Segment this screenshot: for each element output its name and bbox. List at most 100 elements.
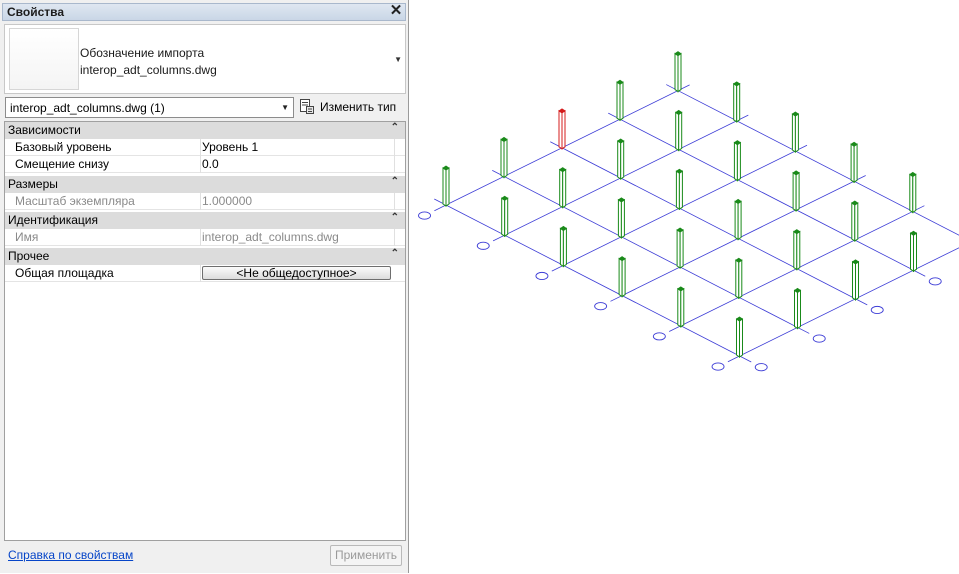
column[interactable] — [793, 229, 801, 271]
column[interactable] — [732, 81, 741, 123]
palette-title-bar[interactable]: Свойства ✕ — [2, 3, 406, 21]
column[interactable] — [674, 109, 683, 152]
column-face — [912, 173, 917, 214]
grid-bubble — [476, 241, 490, 250]
column[interactable] — [674, 51, 682, 93]
group-header-constraints[interactable]: Зависимости ⌃ — [5, 122, 405, 139]
column-face — [504, 197, 509, 238]
column[interactable] — [616, 138, 625, 180]
grid-line — [608, 112, 926, 277]
grid-bubble — [928, 277, 942, 286]
column[interactable] — [677, 286, 685, 328]
column-face — [738, 259, 743, 300]
collapse-icon[interactable]: ⌃ — [391, 248, 399, 259]
column[interactable] — [558, 167, 567, 209]
collapse-icon[interactable]: ⌃ — [391, 176, 399, 187]
group-label: Идентификация — [8, 213, 98, 227]
column[interactable] — [735, 257, 743, 300]
apply-button[interactable]: Применить — [330, 545, 402, 566]
column[interactable] — [734, 198, 742, 241]
properties-grid: Зависимости ⌃ Базовый уровень Уровень 1 … — [4, 121, 406, 541]
property-name: Базовый уровень — [15, 140, 112, 154]
instance-filter-value: interop_adt_columns.dwg (1) — [10, 101, 165, 115]
column-divider — [200, 229, 201, 246]
column[interactable] — [793, 287, 802, 330]
imported-columns-model[interactable] — [410, 0, 959, 574]
group-label: Зависимости — [8, 123, 81, 137]
column[interactable] — [851, 259, 860, 301]
grid-line — [666, 84, 959, 236]
chevron-down-icon[interactable]: ▼ — [394, 55, 402, 64]
column-face — [796, 230, 801, 271]
column[interactable] — [618, 256, 626, 298]
column[interactable] — [500, 136, 508, 179]
property-row-base-offset[interactable]: Смещение снизу 0.0 — [5, 156, 405, 173]
column-divider — [394, 229, 395, 246]
column-divider — [394, 156, 395, 173]
column[interactable] — [675, 168, 684, 211]
column-face — [737, 200, 742, 241]
column-face — [795, 171, 800, 212]
group-header-identity[interactable]: Идентификация ⌃ — [5, 212, 405, 229]
column[interactable] — [500, 195, 509, 238]
property-name: Смещение снизу — [15, 157, 110, 171]
column-face — [620, 198, 625, 239]
collapse-icon[interactable]: ⌃ — [391, 122, 399, 133]
column[interactable] — [909, 171, 917, 214]
column[interactable] — [792, 170, 800, 212]
property-value[interactable]: 0.0 — [202, 157, 219, 171]
column-face — [561, 109, 566, 150]
column-face — [678, 111, 683, 152]
column-face — [797, 289, 801, 330]
column[interactable] — [442, 165, 450, 207]
column[interactable] — [616, 79, 624, 122]
type-selector[interactable]: Обозначение импорта interop_adt_columns.… — [4, 24, 406, 94]
column[interactable] — [851, 200, 859, 242]
grid-bubble — [652, 332, 666, 341]
property-row-base-level[interactable]: Базовый уровень Уровень 1 — [5, 139, 405, 156]
instance-filter-dropdown[interactable]: interop_adt_columns.dwg (1) ▼ — [5, 97, 294, 118]
column-face — [736, 82, 741, 123]
column-face — [913, 232, 917, 273]
group-header-dimensions[interactable]: Размеры ⌃ — [5, 176, 405, 193]
grid-line — [727, 247, 959, 363]
column[interactable] — [733, 140, 742, 182]
column-divider — [200, 139, 201, 156]
column[interactable] — [559, 225, 568, 268]
3d-view-canvas[interactable] — [410, 0, 959, 574]
column-face — [736, 141, 741, 182]
grid-line — [492, 170, 810, 334]
column[interactable] — [617, 197, 626, 239]
column[interactable] — [791, 111, 800, 153]
column-face — [620, 140, 625, 180]
column[interactable] — [909, 230, 918, 273]
column[interactable] — [735, 316, 744, 358]
column-face — [855, 260, 859, 301]
property-row-instance-scale: Масштаб экземпляра 1.000000 — [5, 193, 405, 210]
type-name: interop_adt_columns.dwg — [80, 63, 217, 77]
property-name: Имя — [15, 230, 39, 244]
chevron-down-icon[interactable]: ▼ — [281, 103, 289, 112]
selected-column[interactable] — [558, 108, 566, 150]
grid-bubble — [418, 211, 431, 220]
column-face — [794, 113, 799, 153]
grid-bubble — [594, 302, 608, 311]
column-divider — [200, 156, 201, 173]
property-value[interactable]: Уровень 1 — [202, 140, 258, 154]
column[interactable] — [850, 141, 858, 184]
grid-line — [434, 198, 752, 363]
column-divider — [394, 193, 395, 210]
grid-bubble — [535, 271, 549, 281]
close-icon[interactable]: ✕ — [389, 3, 403, 19]
properties-help-link[interactable]: Справка по свойствам — [8, 548, 133, 562]
collapse-icon[interactable]: ⌃ — [391, 212, 399, 223]
shared-site-button[interactable]: <Не общедоступное> — [202, 266, 391, 280]
edit-type-icon — [300, 99, 314, 114]
column[interactable] — [676, 227, 684, 269]
column-face — [503, 138, 508, 179]
column-face — [677, 52, 682, 93]
column-face — [853, 143, 858, 184]
type-family-name: Обозначение импорта — [80, 46, 205, 60]
group-header-other[interactable]: Прочее ⌃ — [5, 248, 405, 265]
edit-type-button[interactable]: Изменить тип — [299, 97, 405, 118]
